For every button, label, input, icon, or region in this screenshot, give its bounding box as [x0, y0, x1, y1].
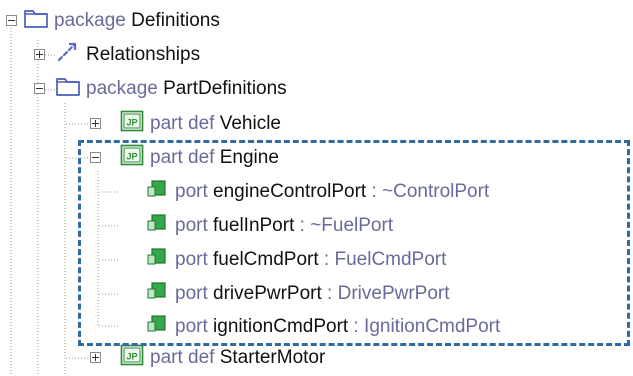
port-icon [147, 213, 169, 239]
tree-node-part-def-engine[interactable]: JP part def Engine [90, 141, 279, 175]
tree-node-port-fuelcmdport[interactable]: port fuelCmdPort : FuelCmdPort [147, 243, 446, 277]
part-name: StarterMotor [219, 347, 326, 368]
port-type: FuelCmdPort [334, 249, 447, 270]
tree-node-port-drivepwrport[interactable]: port drivePwrPort : DrivePwrPort [147, 277, 450, 311]
keyword-port: port [175, 215, 208, 236]
tree-node-package-definitions[interactable]: package Definitions [6, 4, 220, 38]
type-separator: : [321, 283, 338, 304]
package-name: PartDefinitions [163, 78, 287, 99]
expand-toggle[interactable] [90, 118, 101, 129]
tree-node-label: port engineControlPort : ~ControlPort [175, 181, 489, 203]
relationships-label: Relationships [86, 44, 201, 65]
type-separator: : [294, 215, 311, 236]
port-icon [147, 314, 169, 340]
type-separator: : [318, 249, 335, 270]
keyword-part-def: part def [150, 147, 215, 168]
port-type: DrivePwrPort [337, 283, 450, 304]
port-name: drivePwrPort [213, 283, 322, 304]
port-type: ~ControlPort [382, 181, 490, 202]
part-badge: JP [126, 152, 137, 162]
part-definition-icon: JP [120, 144, 144, 172]
tree-node-part-def-startermotor[interactable]: JP part def StarterMotor [90, 341, 325, 375]
port-name: engineControlPort [213, 181, 367, 202]
keyword-port: port [175, 249, 208, 270]
tree-node-part-def-vehicle[interactable]: JP part def Vehicle [90, 107, 281, 141]
tree-node-label: port fuelInPort : ~FuelPort [175, 215, 393, 237]
part-definition-icon: JP [120, 344, 144, 372]
port-type: IgnitionCmdPort [364, 316, 501, 337]
collapse-toggle[interactable] [6, 15, 17, 26]
part-definition-icon: JP [120, 110, 144, 138]
keyword-package: package [54, 10, 126, 31]
expand-toggle[interactable] [34, 49, 45, 60]
keyword-port: port [175, 316, 208, 337]
port-icon [147, 179, 169, 205]
port-name: ignitionCmdPort [213, 316, 349, 337]
tree-node-label: port ignitionCmdPort : IgnitionCmdPort [175, 316, 500, 338]
tree-node-port-enginecontrolport[interactable]: port engineControlPort : ~ControlPort [147, 175, 489, 209]
tree-node-label: package Definitions [54, 10, 220, 32]
tree-node-port-ignitioncmdport[interactable]: port ignitionCmdPort : IgnitionCmdPort [147, 310, 500, 344]
keyword-package: package [86, 78, 158, 99]
tree-node-label: port fuelCmdPort : FuelCmdPort [175, 249, 446, 271]
tree-node-label: part def Vehicle [150, 113, 281, 135]
port-icon [147, 247, 169, 273]
tree-node-label: part def StarterMotor [150, 347, 325, 369]
containment-tree: package Definitions Relationships packag… [0, 0, 633, 376]
port-name: fuelInPort [213, 215, 295, 236]
port-icon [147, 281, 169, 307]
keyword-part-def: part def [150, 347, 215, 368]
package-name: Definitions [131, 10, 220, 31]
part-name: Vehicle [219, 113, 281, 134]
type-separator: : [366, 181, 383, 202]
type-separator: : [348, 316, 365, 337]
tree-node-relationships[interactable]: Relationships [34, 38, 201, 72]
port-name: fuelCmdPort [213, 249, 319, 270]
folder-icon [56, 76, 80, 102]
keyword-part-def: part def [150, 113, 215, 134]
tree-node-port-fuelinport[interactable]: port fuelInPort : ~FuelPort [147, 209, 393, 243]
keyword-port: port [175, 283, 208, 304]
tree-node-label: package PartDefinitions [86, 78, 287, 100]
tree-node-package-partdefinitions[interactable]: package PartDefinitions [34, 72, 287, 106]
keyword-port: port [175, 181, 208, 202]
expand-toggle[interactable] [90, 352, 101, 363]
part-name: Engine [219, 147, 279, 168]
part-badge: JP [126, 352, 137, 362]
port-type: ~FuelPort [310, 215, 394, 236]
folder-icon [24, 8, 48, 34]
tree-node-label: port drivePwrPort : DrivePwrPort [175, 283, 450, 305]
part-badge: JP [126, 118, 137, 128]
collapse-toggle[interactable] [90, 152, 101, 163]
collapse-toggle[interactable] [34, 83, 45, 94]
relationship-icon [56, 41, 80, 69]
tree-node-label: part def Engine [150, 147, 279, 169]
